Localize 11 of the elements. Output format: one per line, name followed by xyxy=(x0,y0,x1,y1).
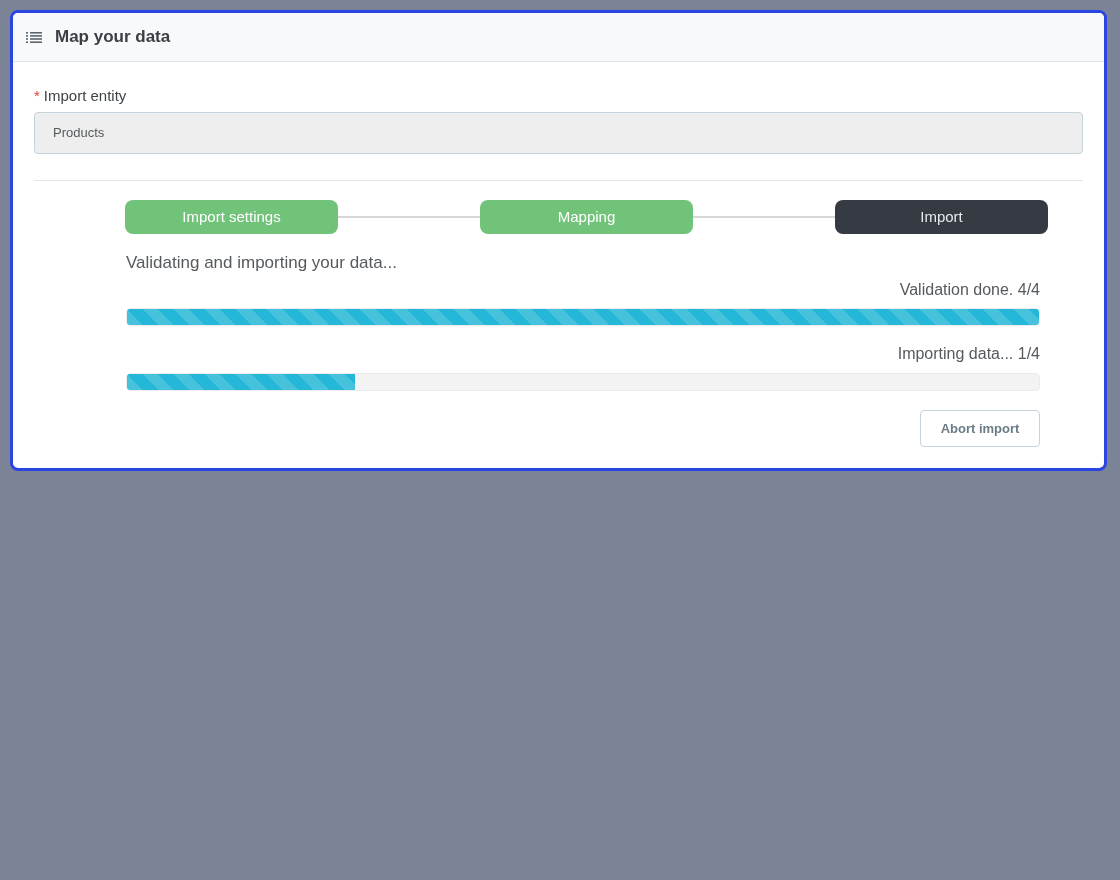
step-pill: Import xyxy=(835,200,1048,234)
panel-title: Map your data xyxy=(55,26,171,49)
step-pill: Mapping xyxy=(480,200,693,234)
step-pill: Import settings xyxy=(125,200,338,234)
progress-label: Validation done. 4/4 xyxy=(899,280,1040,300)
field-label: Import entity xyxy=(43,85,127,106)
abort-import-button[interactable]: Abort import xyxy=(920,410,1040,447)
menu-list-icon xyxy=(26,31,42,43)
progress-label: Importing data... 1/4 xyxy=(897,344,1040,364)
status-message: Validating and importing your data... xyxy=(126,252,398,274)
required-mark: * xyxy=(34,85,40,106)
